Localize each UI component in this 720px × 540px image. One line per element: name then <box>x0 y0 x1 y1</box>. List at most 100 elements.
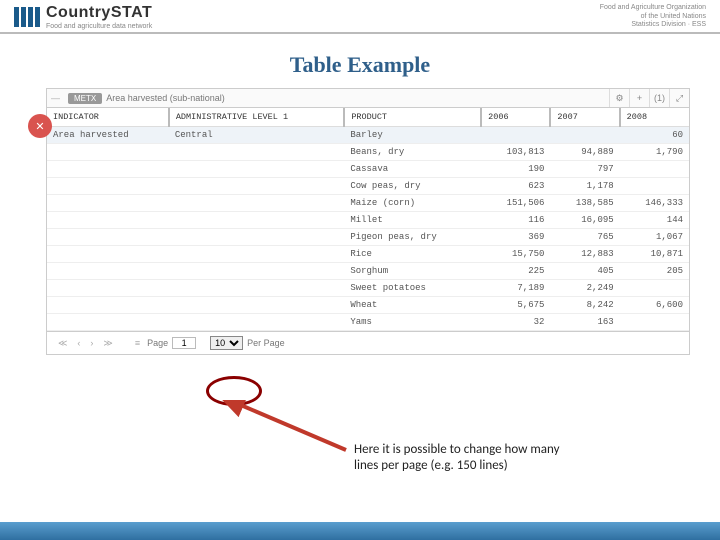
table-row[interactable]: Cassava190797 <box>47 161 689 178</box>
brand-main: Country <box>46 4 111 21</box>
gear-icon[interactable]: ⚙ <box>609 89 629 107</box>
col-admin[interactable]: ADMINISTRATIVE LEVEL 1 <box>169 108 345 127</box>
cell: 116 <box>481 212 550 229</box>
table-row[interactable]: Sweet potatoes7,1892,249 <box>47 280 689 297</box>
fao-line-1: Food and Agriculture Organization <box>600 4 706 12</box>
cell: 623 <box>481 178 550 195</box>
annotation-arrow <box>216 400 366 460</box>
cell: 10,871 <box>620 246 689 263</box>
cell <box>169 229 345 246</box>
col-2006[interactable]: 2006 <box>481 108 550 127</box>
plus-icon[interactable]: + <box>629 89 649 107</box>
pager-next-icon[interactable]: › <box>87 338 96 348</box>
cell: 1,067 <box>620 229 689 246</box>
table-stage: ✕ — METX Area harvested (sub-national) ⚙… <box>46 88 690 355</box>
fao-line-2: of the United Nations <box>600 13 706 21</box>
callout-line-1: Here it is possible to change how many <box>354 442 559 458</box>
cell: Cow peas, dry <box>344 178 481 195</box>
cell: 7,189 <box>481 280 550 297</box>
cell: Cassava <box>344 161 481 178</box>
cell <box>169 263 345 280</box>
table-body: Area harvestedCentralBarley60Beans, dry1… <box>47 127 689 331</box>
table-row[interactable]: Rice15,75012,88310,871 <box>47 246 689 263</box>
table-row[interactable]: Cow peas, dry6231,178 <box>47 178 689 195</box>
cell <box>169 195 345 212</box>
cell <box>620 178 689 195</box>
col-indicator[interactable]: INDICATOR <box>47 108 169 127</box>
cell <box>620 280 689 297</box>
cell: 32 <box>481 314 550 331</box>
cell <box>47 314 169 331</box>
pager-perpage-label: Per Page <box>247 338 285 348</box>
cell: Sweet potatoes <box>344 280 481 297</box>
cell: 146,333 <box>620 195 689 212</box>
collapse-toggle[interactable]: — <box>47 93 64 103</box>
cell: Maize (corn) <box>344 195 481 212</box>
fao-line-3: Statistics Division · ESS <box>600 21 706 29</box>
topic-title: Area harvested (sub-national) <box>106 93 225 103</box>
col-2007[interactable]: 2007 <box>550 108 619 127</box>
table-row[interactable]: Wheat5,6758,2426,600 <box>47 297 689 314</box>
cell <box>47 280 169 297</box>
tools-fab[interactable]: ✕ <box>28 114 52 138</box>
slide-title: Table Example <box>0 52 720 78</box>
table-row[interactable]: Yams32163 <box>47 314 689 331</box>
cell: Pigeon peas, dry <box>344 229 481 246</box>
cell <box>47 297 169 314</box>
annotation-circle <box>206 376 262 406</box>
brand-subtitle: Food and agriculture data network <box>46 23 152 30</box>
cross-icon: ✕ <box>35 120 44 133</box>
cell <box>47 195 169 212</box>
cell: 15,750 <box>481 246 550 263</box>
app-header: CountrySTAT Food and agriculture data ne… <box>0 0 720 34</box>
fao-attribution: Food and Agriculture Organization of the… <box>600 4 706 29</box>
cell: 163 <box>550 314 619 331</box>
cell: 797 <box>550 161 619 178</box>
table-toolbar: — METX Area harvested (sub-national) ⚙ +… <box>46 88 690 108</box>
pager-list-icon[interactable]: ≡ <box>132 338 143 348</box>
pager-page-label: Page <box>147 338 168 348</box>
cell: 405 <box>550 263 619 280</box>
table-row[interactable]: Area harvestedCentralBarley60 <box>47 127 689 144</box>
cell: 2,249 <box>550 280 619 297</box>
col-product[interactable]: PRODUCT <box>344 108 481 127</box>
cell: 144 <box>620 212 689 229</box>
metadata-badge: METX <box>68 93 102 104</box>
table-row[interactable]: Maize (corn)151,506138,585146,333 <box>47 195 689 212</box>
cell: 6,600 <box>620 297 689 314</box>
pager-last-icon[interactable]: ≫ <box>100 338 115 349</box>
cell: 765 <box>550 229 619 246</box>
brand-name: CountrySTAT <box>46 4 152 22</box>
expand-icon[interactable]: ⤢ <box>669 89 689 107</box>
brand-bars-icon <box>14 7 40 27</box>
pager-page-input[interactable] <box>172 337 196 349</box>
cell <box>169 297 345 314</box>
cell <box>169 314 345 331</box>
cell: Yams <box>344 314 481 331</box>
table-header-row: INDICATOR ADMINISTRATIVE LEVEL 1 PRODUCT… <box>47 108 689 127</box>
cell: 1,790 <box>620 144 689 161</box>
cell <box>620 161 689 178</box>
col-2008[interactable]: 2008 <box>620 108 689 127</box>
cell <box>481 127 550 144</box>
table-row[interactable]: Sorghum225405205 <box>47 263 689 280</box>
pager-first-icon[interactable]: ≪ <box>55 338 70 349</box>
callout-line-2: lines per page (e.g. 150 lines) <box>354 458 559 474</box>
cell <box>169 212 345 229</box>
cell: 12,883 <box>550 246 619 263</box>
cell <box>169 161 345 178</box>
cell: Barley <box>344 127 481 144</box>
footer-bar <box>0 522 720 540</box>
cell <box>47 246 169 263</box>
table-row[interactable]: Pigeon peas, dry3697651,067 <box>47 229 689 246</box>
brand-stat: STAT <box>111 4 152 21</box>
table-row[interactable]: Beans, dry103,81394,8891,790 <box>47 144 689 161</box>
cell <box>47 161 169 178</box>
table-row[interactable]: Millet11616,095144 <box>47 212 689 229</box>
cell: Central <box>169 127 345 144</box>
pager-perpage-select[interactable]: 10 <box>210 336 243 350</box>
cell <box>47 144 169 161</box>
pager-prev-icon[interactable]: ‹ <box>74 338 83 348</box>
cell: 5,675 <box>481 297 550 314</box>
cell <box>169 144 345 161</box>
